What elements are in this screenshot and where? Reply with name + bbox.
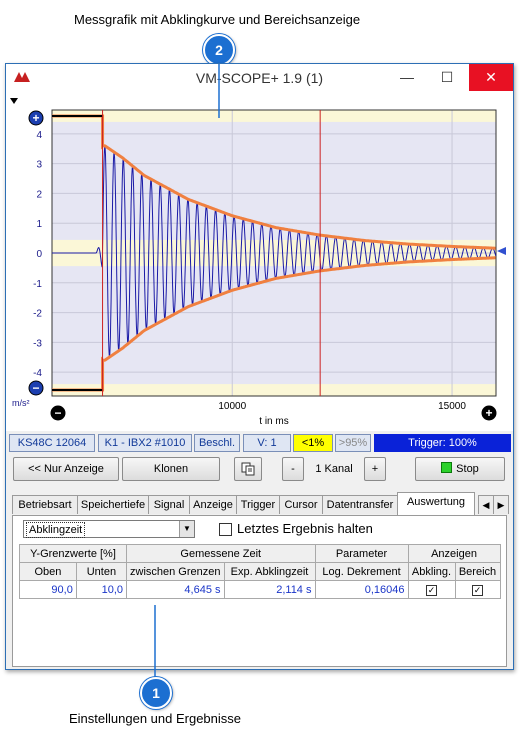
- value-oben: 90,0: [19, 580, 77, 599]
- col-header: zwischen Grenzen: [126, 562, 225, 581]
- top-caption: Messgrafik mit Abklingkurve und Bereichs…: [74, 12, 361, 27]
- status-trigger: Trigger: 100%: [374, 434, 511, 452]
- x-zoom-out-icon-glyph: −: [54, 406, 61, 420]
- value-logdek: 0,16046: [314, 580, 409, 599]
- y-zoom-out-icon-glyph: −: [32, 381, 39, 395]
- group-header: Parameter: [314, 544, 409, 563]
- y-tick-label: 4: [36, 130, 42, 141]
- measurement-chart[interactable]: 4 3 2 1 0 -1 -2 -3 -4 10000 15000 t in ms m/s² + − − +: [6, 91, 513, 431]
- app-window: VM-SCOPE+ 1.9 (1) — ☐ ✕ 4 3 2 1 0 -1 -2 -3 -4 100…: [5, 63, 514, 670]
- status-device: KS48C 12064: [9, 434, 95, 452]
- kanal-count: 1 Kanal: [315, 463, 353, 475]
- callout-badge-2: 2: [203, 34, 235, 66]
- tab-scroll-right[interactable]: ▶: [493, 495, 509, 514]
- status-channel: K1 - IBX2 #1010: [98, 434, 192, 452]
- y-tick-label: 1: [36, 219, 42, 230]
- group-header: Y-Grenzwerte [%]: [19, 544, 127, 563]
- value-zwischen: 4,645 s: [126, 580, 225, 599]
- status-lt: <1%: [293, 434, 333, 452]
- range-band-lower: [52, 384, 496, 396]
- y-tick-label: -3: [33, 338, 42, 349]
- value-unten: 10,0: [75, 580, 128, 599]
- tab-anzeige[interactable]: Anzeige: [189, 495, 237, 514]
- group-header-row: Y-Grenzwerte [%] Gemessene Zeit Paramete…: [19, 544, 501, 563]
- kanal-plus-button[interactable]: +: [364, 457, 386, 481]
- status-v: V: 1: [243, 434, 291, 452]
- y-tick-label: 0: [36, 249, 42, 260]
- x-axis-label: t in ms: [259, 416, 288, 427]
- range-band-upper: [52, 110, 496, 122]
- chevron-down-icon: ▼: [179, 521, 194, 537]
- col-header: Exp. Abklingzeit: [223, 562, 316, 581]
- stop-button[interactable]: Stop: [415, 457, 505, 481]
- tab-speichertiefe[interactable]: Speichertiefe: [77, 495, 149, 514]
- tab-betriebsart[interactable]: Betriebsart: [12, 495, 78, 514]
- abkling-checkbox[interactable]: ✓: [426, 584, 437, 596]
- klonen-button[interactable]: Klonen: [122, 457, 220, 481]
- kanal-minus-button[interactable]: -: [282, 457, 304, 481]
- tab-scroll-left[interactable]: ◀: [478, 495, 494, 514]
- y-tick-label: -2: [33, 309, 42, 320]
- minimize-button[interactable]: —: [389, 64, 425, 91]
- hold-label: Letztes Ergebnis halten: [237, 521, 373, 536]
- y-zoom-in-icon-glyph: +: [32, 111, 39, 125]
- tab-datentransfer[interactable]: Datentransfer: [322, 495, 398, 514]
- col-header: Bereich: [454, 562, 501, 581]
- auswertung-panel: Abklingzeit ▼ Letztes Ergebnis halten Y-…: [12, 515, 507, 667]
- maximize-button[interactable]: ☐: [429, 64, 465, 91]
- col-header: Log. Dekrement: [314, 562, 409, 581]
- tab-auswertung[interactable]: Auswertung: [397, 492, 475, 515]
- col-header: Abkling.: [407, 562, 456, 581]
- copy-icon: [241, 462, 255, 476]
- x-tick-label: 15000: [438, 401, 466, 412]
- status-gt: >95%: [335, 434, 371, 452]
- col-header: Unten: [75, 562, 128, 581]
- stop-label: Stop: [456, 463, 479, 475]
- y-tick-label: -1: [33, 279, 42, 290]
- copy-button[interactable]: [234, 457, 262, 481]
- arrow-right-icon: ▶: [497, 500, 505, 510]
- y-tick-label: -4: [33, 368, 42, 379]
- column-header-row: Oben Unten zwischen Grenzen Exp. Abkling…: [19, 562, 501, 581]
- title-bar: VM-SCOPE+ 1.9 (1) — ☐ ✕: [6, 64, 513, 91]
- close-button[interactable]: ✕: [469, 64, 513, 91]
- trigger-marker-icon: [10, 98, 18, 104]
- mode-select-value: Abklingzeit: [26, 522, 86, 538]
- level-marker-icon: [497, 247, 506, 255]
- x-tick-label: 10000: [218, 401, 246, 412]
- hold-checkbox[interactable]: [219, 523, 232, 536]
- nur-anzeige-button[interactable]: << Nur Anzeige: [13, 457, 119, 481]
- y-axis-label: m/s²: [12, 398, 30, 408]
- tab-signal[interactable]: Signal: [148, 495, 190, 514]
- tab-trigger[interactable]: Trigger: [236, 495, 280, 514]
- table-row: 90,0 10,0 4,645 s 2,114 s 0,16046 ✓ ✓: [19, 580, 501, 599]
- x-zoom-in-icon-glyph: +: [485, 406, 492, 420]
- value-exp: 2,114 s: [223, 580, 316, 599]
- mode-select[interactable]: Abklingzeit ▼: [23, 520, 195, 538]
- bereich-checkbox[interactable]: ✓: [472, 584, 483, 596]
- y-tick-label: 2: [36, 189, 42, 200]
- bottom-caption: Einstellungen und Ergebnisse: [69, 711, 242, 726]
- y-tick-label: 3: [36, 160, 42, 171]
- arrow-left-icon: ◀: [482, 500, 490, 510]
- group-header: Gemessene Zeit: [126, 544, 316, 563]
- stop-led-icon: [441, 462, 453, 473]
- callout-badge-1: 1: [140, 677, 172, 709]
- tab-cursor[interactable]: Cursor: [279, 495, 323, 514]
- group-header: Anzeigen: [407, 544, 501, 563]
- results-table: Y-Grenzwerte [%] Gemessene Zeit Paramete…: [19, 544, 501, 599]
- col-header: Oben: [19, 562, 77, 581]
- chart-svg: 4 3 2 1 0 -1 -2 -3 -4 10000 15000 t in ms m/s² + − − +: [10, 98, 506, 427]
- status-mode: Beschl.: [194, 434, 240, 452]
